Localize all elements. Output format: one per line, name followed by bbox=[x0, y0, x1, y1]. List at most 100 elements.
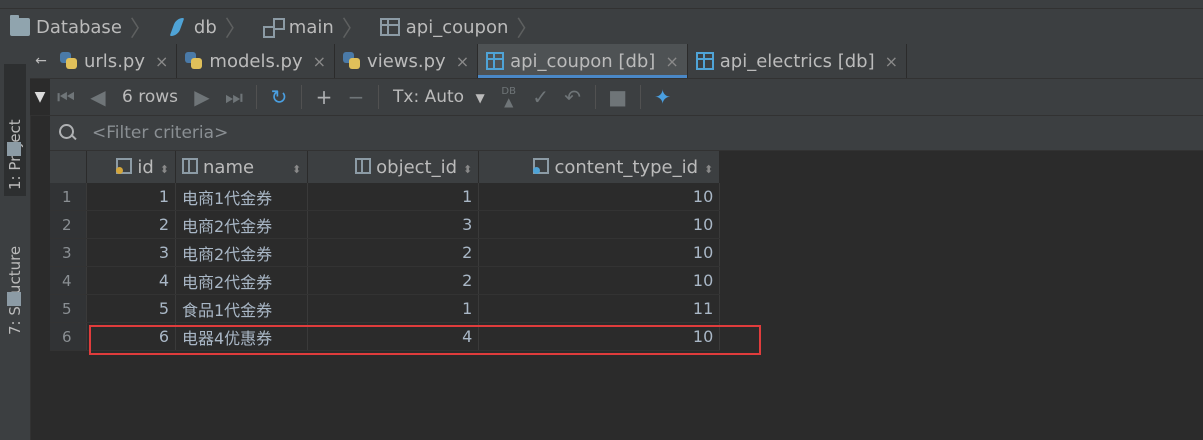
row-count[interactable]: 6 rows bbox=[114, 87, 186, 107]
cell-name[interactable]: 电商2代金券 bbox=[175, 210, 309, 239]
tab-api-coupon[interactable]: api_coupon [db] × bbox=[478, 44, 688, 78]
chevron-right-icon: 〉 bbox=[224, 17, 247, 42]
filter-criteria-input[interactable] bbox=[90, 122, 694, 144]
foreign-key-icon bbox=[533, 157, 551, 176]
toolbar-divider bbox=[256, 85, 257, 109]
db-submit-icon[interactable]: DB ▲ bbox=[493, 82, 525, 112]
close-icon[interactable]: × bbox=[885, 52, 898, 71]
tab-views-py[interactable]: views.py × bbox=[335, 44, 479, 78]
breadcrumb: Database 〉 db 〉 main 〉 api_coupon 〉 bbox=[0, 0, 1203, 45]
chevron-right-icon: 〉 bbox=[341, 17, 364, 42]
cell-id[interactable]: 4 bbox=[86, 266, 176, 295]
cell-id[interactable]: 2 bbox=[86, 210, 176, 239]
close-icon[interactable]: × bbox=[456, 52, 469, 71]
cell-id[interactable]: 3 bbox=[86, 238, 176, 267]
pin-options-icon[interactable]: ✦ bbox=[647, 82, 679, 112]
cell-object-id[interactable]: 1 bbox=[307, 183, 480, 211]
toolbar-divider bbox=[639, 85, 641, 109]
structure-tool-tab[interactable]: 7: Structure bbox=[4, 199, 26, 341]
column-header-content-type-id[interactable]: content_type_id ⬍ bbox=[478, 151, 721, 183]
commit-check-icon[interactable]: ✓ bbox=[525, 82, 557, 112]
toolbar-divider bbox=[594, 85, 596, 109]
first-page-icon[interactable]: ⏮ bbox=[50, 82, 82, 112]
breadcrumb-database[interactable]: Database 〉 bbox=[0, 10, 158, 44]
search-icon[interactable] bbox=[58, 123, 78, 143]
cell-content-type-id[interactable]: 11 bbox=[478, 294, 721, 323]
tab-scroll-left-icon[interactable]: ← bbox=[30, 44, 52, 78]
close-icon[interactable]: × bbox=[313, 52, 326, 71]
column-header-name[interactable]: name ⬍ bbox=[175, 151, 309, 183]
tab-urls-py[interactable]: urls.py × bbox=[52, 44, 178, 78]
editor-tab-bar: ← urls.py × models.py × views.py × api_c… bbox=[30, 44, 1203, 79]
column-name: id bbox=[137, 156, 154, 178]
toolbar-divider bbox=[378, 85, 379, 109]
last-page-icon[interactable]: ⏭ bbox=[218, 82, 250, 112]
tab-label: models.py bbox=[209, 50, 303, 72]
cell-name[interactable]: 电器4优惠券 bbox=[175, 322, 309, 351]
cell-id[interactable]: 1 bbox=[86, 183, 176, 211]
sort-icon[interactable]: ⬍ bbox=[160, 163, 169, 176]
cell-object-id[interactable]: 3 bbox=[307, 210, 480, 239]
cell-name[interactable]: 食品1代金券 bbox=[175, 294, 309, 323]
project-icon bbox=[7, 142, 21, 156]
cell-object-id[interactable]: 2 bbox=[307, 238, 480, 267]
table-row[interactable]: 3 3 电商2代金券 2 10 bbox=[50, 238, 721, 267]
table-row[interactable]: 1 1 电商1代金券 1 10 bbox=[50, 183, 721, 211]
column-name: name bbox=[203, 156, 255, 178]
result-grid: id ⬍ name ⬍ object_id ⬍ content_type_id ⬍ 1 … bbox=[50, 151, 1203, 440]
cell-object-id[interactable]: 1 bbox=[307, 294, 480, 323]
stop-icon[interactable]: ■ bbox=[602, 82, 634, 112]
add-row-icon[interactable]: + bbox=[308, 82, 340, 112]
data-editor-toolbar: ▼ ⏮ ◀ 6 rows ▶ ⏭ ↻ + − Tx: Auto ▼ DB ▲ ✓ … bbox=[30, 79, 1203, 116]
breadcrumb-db[interactable]: db 〉 bbox=[158, 10, 253, 44]
column-name: content_type_id bbox=[554, 156, 699, 178]
table-row[interactable]: 4 4 电商2代金券 2 10 bbox=[50, 266, 721, 295]
column-header-id[interactable]: id ⬍ bbox=[86, 151, 176, 183]
rollback-icon[interactable]: ↶ bbox=[557, 82, 589, 112]
cell-name[interactable]: 电商2代金券 bbox=[175, 266, 309, 295]
row-number: 6 bbox=[50, 322, 87, 351]
cell-content-type-id[interactable]: 10 bbox=[478, 183, 721, 211]
row-number: 4 bbox=[50, 266, 87, 295]
sort-icon[interactable]: ⬍ bbox=[463, 163, 472, 176]
previous-page-icon[interactable]: ◀ bbox=[82, 82, 114, 112]
table-icon bbox=[486, 52, 505, 70]
cell-id[interactable]: 6 bbox=[86, 322, 176, 351]
sort-icon[interactable]: ⬍ bbox=[704, 163, 713, 176]
cell-content-type-id[interactable]: 10 bbox=[478, 238, 721, 267]
refresh-icon[interactable]: ↻ bbox=[263, 82, 295, 112]
transaction-mode-select[interactable]: Tx: Auto ▼ bbox=[385, 87, 493, 107]
chevron-right-icon: 〉 bbox=[129, 17, 152, 42]
next-page-icon[interactable]: ▶ bbox=[186, 82, 218, 112]
breadcrumb-api-coupon[interactable]: api_coupon 〉 bbox=[370, 10, 545, 44]
row-number: 2 bbox=[50, 210, 87, 239]
delete-row-icon[interactable]: − bbox=[340, 82, 372, 112]
chevron-down-icon: ▼ bbox=[475, 91, 485, 105]
column-header-object-id[interactable]: object_id ⬍ bbox=[307, 151, 480, 183]
tab-api-electrics[interactable]: api_electrics [db] × bbox=[688, 44, 908, 78]
cell-content-type-id[interactable]: 10 bbox=[478, 266, 721, 295]
row-number: 5 bbox=[50, 294, 87, 323]
close-icon[interactable]: × bbox=[155, 52, 168, 71]
collapse-panel-icon[interactable]: ▼ bbox=[30, 79, 50, 115]
sort-icon[interactable]: ⬍ bbox=[292, 163, 301, 176]
cell-name[interactable]: 电商2代金券 bbox=[175, 238, 309, 267]
table-row[interactable]: 2 2 电商2代金券 3 10 bbox=[50, 210, 721, 239]
tab-models-py[interactable]: models.py × bbox=[177, 44, 336, 78]
table-row[interactable]: 6 6 电器4优惠券 4 10 bbox=[50, 322, 721, 351]
cell-content-type-id[interactable]: 10 bbox=[478, 322, 721, 351]
table-row[interactable]: 5 5 食品1代金券 1 11 bbox=[50, 294, 721, 323]
tab-label: api_electrics [db] bbox=[719, 50, 875, 72]
close-icon[interactable]: × bbox=[665, 52, 678, 71]
structure-icon bbox=[7, 292, 21, 306]
cell-content-type-id[interactable]: 10 bbox=[478, 210, 721, 239]
row-number-header bbox=[50, 151, 87, 183]
breadcrumb-main[interactable]: main 〉 bbox=[253, 10, 370, 44]
project-tool-tab[interactable]: 1: Project bbox=[4, 64, 26, 196]
cell-id[interactable]: 5 bbox=[86, 294, 176, 323]
structure-tab-label: 7: Structure bbox=[6, 245, 24, 335]
cell-object-id[interactable]: 4 bbox=[307, 322, 480, 351]
cell-name[interactable]: 电商1代金券 bbox=[175, 183, 309, 211]
left-tool-strip: 1: Project 7: Structure bbox=[0, 44, 31, 440]
cell-object-id[interactable]: 2 bbox=[307, 266, 480, 295]
